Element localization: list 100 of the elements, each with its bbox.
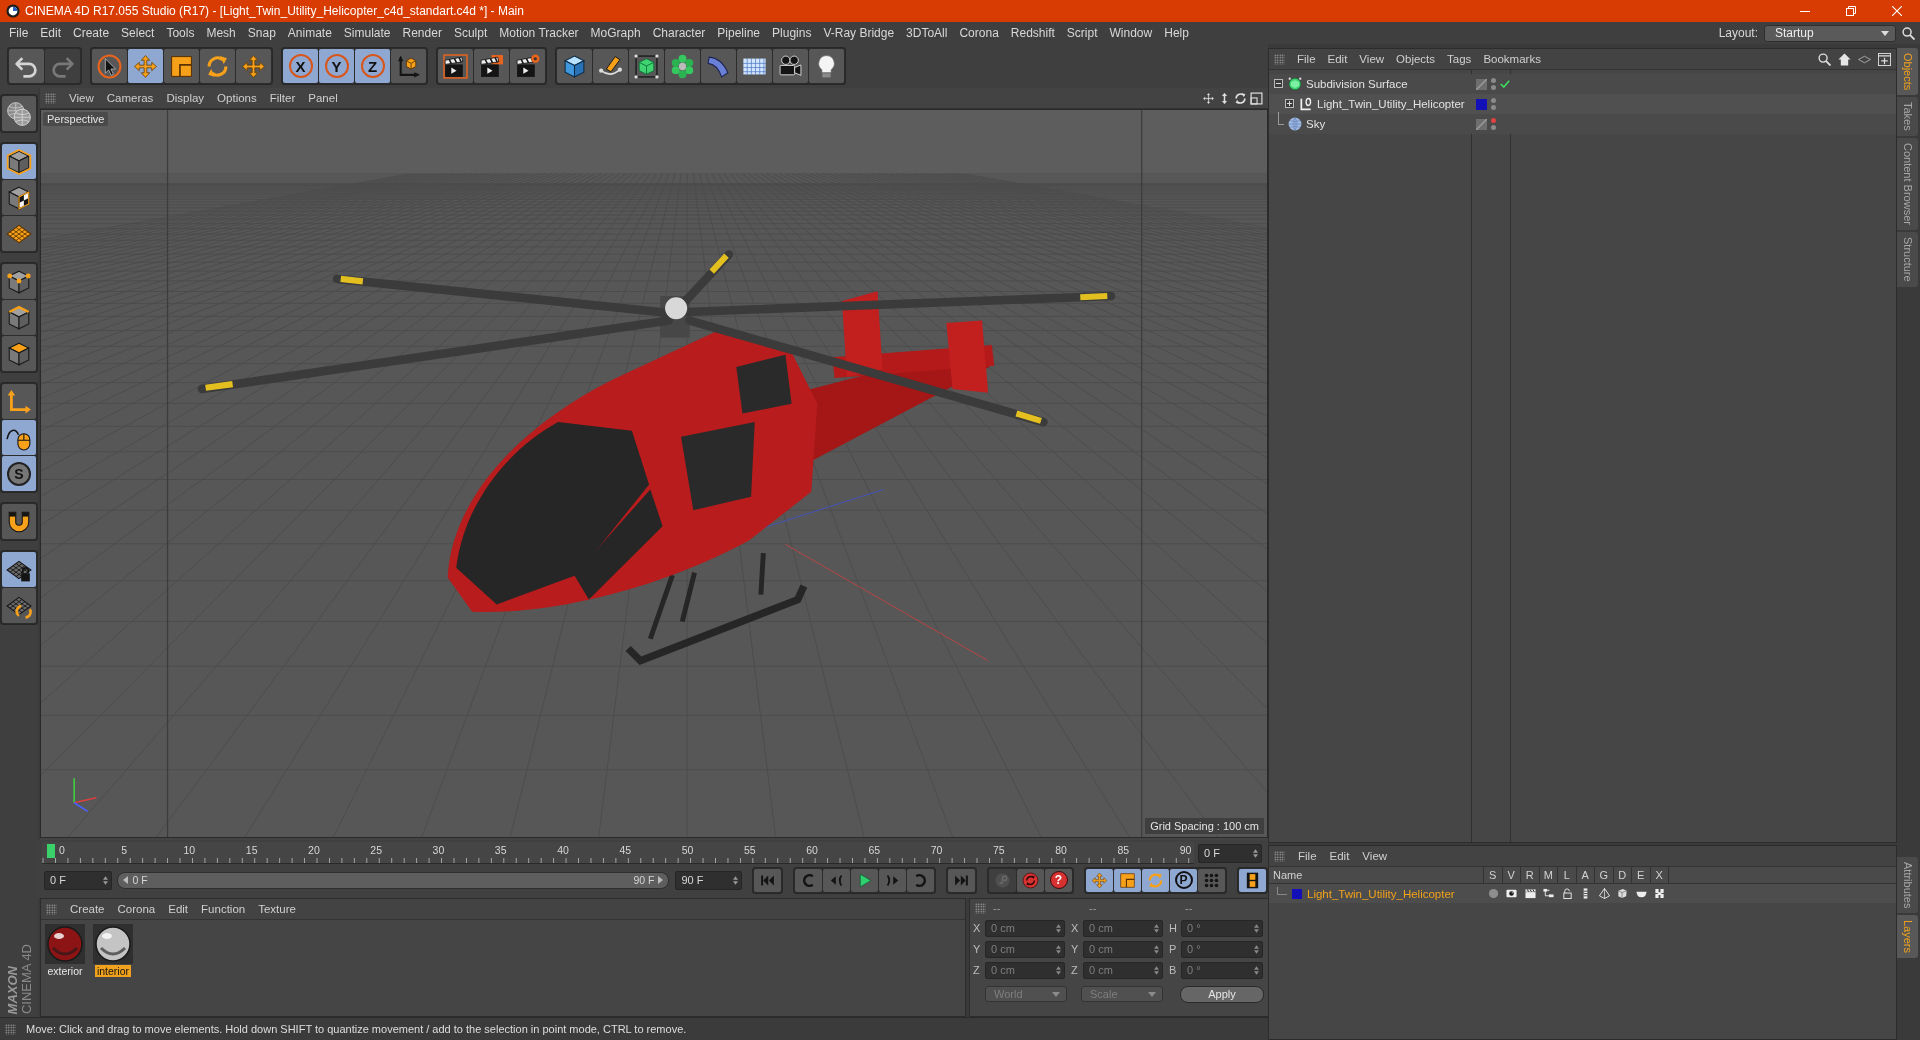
menu-item[interactable]: Select	[115, 26, 161, 40]
mode-button[interactable]	[2, 144, 36, 179]
menu-item[interactable]: Animate	[281, 26, 338, 40]
side-tab[interactable]: Attributes	[1897, 856, 1918, 913]
object-menu-item[interactable]: Bookmarks	[1483, 53, 1541, 65]
material-sphere-icon[interactable]	[93, 924, 133, 964]
material-sphere-icon[interactable]	[45, 924, 85, 964]
solo-dot-icon[interactable]	[1487, 888, 1499, 899]
menu-item[interactable]: V-Ray Bridge	[817, 26, 901, 40]
viewport-menu-item[interactable]: Display	[166, 92, 205, 104]
column-header[interactable]: Name	[1269, 867, 1484, 883]
render-visibility-dot-icon[interactable]	[1491, 105, 1496, 110]
mode-button[interactable]	[2, 300, 36, 335]
tool-button[interactable]	[773, 49, 808, 83]
menu-item[interactable]: Mesh	[200, 26, 242, 40]
expand-box-icon[interactable]	[1285, 99, 1294, 108]
menu-item[interactable]: Character	[646, 26, 712, 40]
menu-item[interactable]: Redshift	[1004, 26, 1061, 40]
snap-button[interactable]: S	[2, 456, 36, 491]
column-header[interactable]: A	[1576, 867, 1595, 883]
end-frame-field[interactable]: 90 F	[675, 870, 742, 890]
menu-item[interactable]: Help	[1158, 26, 1195, 40]
material-menu-item[interactable]: Corona	[117, 903, 156, 915]
new-window-icon[interactable]	[1878, 52, 1891, 66]
side-tab[interactable]: Structure	[1897, 232, 1918, 287]
viewport-menu-item[interactable]: Options	[217, 92, 257, 104]
menu-item[interactable]: Motion Tracker	[493, 26, 585, 40]
orbit-icon[interactable]	[1234, 91, 1247, 105]
viewport-menu-item[interactable]: Cameras	[106, 92, 154, 104]
column-header[interactable]: V	[1502, 867, 1521, 883]
linked-blocks-icon[interactable]	[1654, 888, 1666, 899]
slashed-square-icon[interactable]	[1476, 78, 1487, 90]
side-tab[interactable]: Layers	[1897, 914, 1918, 958]
playhead-marker[interactable]	[47, 844, 55, 858]
slashed-square-icon[interactable]	[1476, 118, 1487, 130]
collapse-box-icon[interactable]	[1274, 79, 1283, 88]
layer-menu-item[interactable]: File	[1298, 850, 1317, 862]
column-header[interactable]: L	[1558, 867, 1577, 883]
start-frame-field[interactable]: 0 F	[44, 870, 113, 890]
material-name[interactable]: interior	[94, 965, 132, 977]
menu-item[interactable]: Create	[67, 26, 116, 40]
menu-item[interactable]: Snap	[241, 26, 282, 40]
menu-item[interactable]: Script	[1060, 26, 1104, 40]
material-menu-item[interactable]: Create	[70, 903, 105, 915]
mode-button[interactable]	[2, 588, 36, 623]
layer-color-swatch-icon[interactable]	[1292, 888, 1302, 899]
mode-button[interactable]	[2, 420, 36, 455]
object-menu-item[interactable]: Objects	[1396, 53, 1436, 65]
material-menu-item[interactable]: Edit	[168, 903, 189, 915]
menu-item[interactable]: MoGraph	[584, 26, 647, 40]
playback-button[interactable]	[1114, 868, 1141, 892]
tool-button[interactable]	[474, 49, 509, 83]
playback-button[interactable]: P	[1170, 868, 1197, 892]
mode-button[interactable]	[2, 180, 36, 215]
maximize-view-icon[interactable]	[1250, 91, 1263, 105]
menu-item[interactable]: Simulate	[337, 26, 397, 40]
grip-handle-icon[interactable]	[5, 1023, 16, 1035]
clapperboard-icon[interactable]	[1524, 888, 1536, 899]
render-visibility-dot-icon[interactable]	[1491, 125, 1496, 130]
object-menu-item[interactable]: File	[1297, 53, 1316, 65]
move-arrows-icon[interactable]	[1202, 91, 1215, 105]
object-row[interactable]: Subdivision Surface	[1269, 74, 1896, 94]
column-header[interactable]: M	[1539, 867, 1558, 883]
grip-handle-icon[interactable]	[45, 92, 56, 104]
current-frame-field[interactable]: 0 F	[1198, 843, 1262, 863]
menu-item[interactable]: Render	[396, 26, 448, 40]
unlocked-padlock-icon[interactable]	[1561, 888, 1573, 899]
column-header[interactable]: E	[1632, 867, 1651, 883]
object-menu-item[interactable]: View	[1359, 53, 1385, 65]
frame-range-control[interactable]: 0 F 90 F	[117, 871, 670, 889]
grip-handle-icon[interactable]	[46, 903, 57, 915]
tool-button[interactable]	[809, 49, 844, 83]
object-row[interactable]: Light_Twin_Utility_Helicopter	[1269, 94, 1896, 114]
menu-item[interactable]: Corona	[953, 26, 1005, 40]
menu-item[interactable]: Tools	[160, 26, 201, 40]
menu-item[interactable]: 3DToAll	[900, 26, 954, 40]
mode-button[interactable]	[2, 264, 36, 299]
axis-lock-button[interactable]: X	[283, 49, 318, 83]
object-menu-item[interactable]: Edit	[1327, 53, 1348, 65]
column-header[interactable]: S	[1484, 867, 1503, 883]
tool-button[interactable]	[391, 49, 426, 83]
menu-item[interactable]: File	[3, 26, 35, 40]
layer-name[interactable]: Light_Twin_Utility_Helicopter	[1307, 887, 1455, 900]
bent-cube-icon[interactable]	[1617, 888, 1629, 899]
viewport-menu-item[interactable]: Filter	[269, 92, 296, 104]
column-header[interactable]: D	[1613, 867, 1632, 883]
playback-button[interactable]	[851, 868, 878, 892]
side-tab[interactable]: Content Browser	[1897, 138, 1918, 230]
viewport-menu-item[interactable]: View	[69, 92, 94, 104]
layer-menu-item[interactable]: Edit	[1329, 850, 1350, 862]
object-menu-item[interactable]: Tags	[1447, 53, 1472, 65]
tool-button[interactable]	[510, 49, 545, 83]
layout-dropdown[interactable]: Startup	[1764, 24, 1896, 42]
tool-button[interactable]	[629, 49, 664, 83]
column-header[interactable]: G	[1595, 867, 1614, 883]
viewport-menu-item[interactable]: Panel	[308, 92, 338, 104]
eye-icon[interactable]	[1506, 888, 1518, 899]
column-header[interactable]: R	[1521, 867, 1540, 883]
column-header[interactable]: X	[1650, 867, 1669, 883]
material-name[interactable]: exterior	[45, 965, 85, 977]
